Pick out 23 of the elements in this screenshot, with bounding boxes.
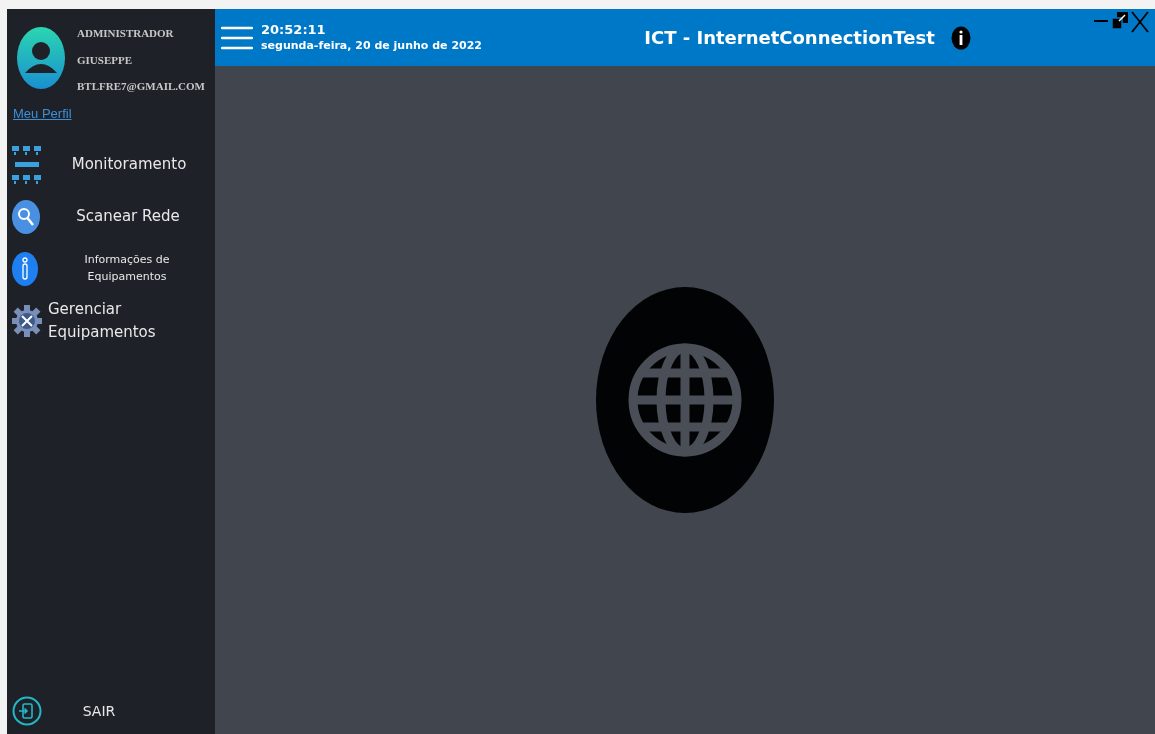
- user-role: ADMINISTRADOR: [77, 26, 175, 41]
- menu-item[interactable]: Gerenciar Equipamentos: [7, 294, 215, 347]
- search-icon: [12, 199, 40, 234]
- avatar-icon: [17, 27, 65, 89]
- exit-icon: [12, 696, 42, 726]
- user-email: BTLFRE7@GMAIL.COM: [77, 79, 205, 94]
- gear-icon: [12, 303, 42, 338]
- menu-item[interactable]: Monitoramento: [7, 138, 215, 191]
- profile-link[interactable]: Meu Perfil: [13, 105, 72, 121]
- globe-icon: [596, 287, 774, 513]
- network-icon: [12, 145, 42, 184]
- user-name: GIUSEPPE: [77, 52, 133, 68]
- restore-icon[interactable]: [1111, 11, 1129, 31]
- menu-item[interactable]: Scanear Rede: [7, 190, 215, 243]
- app-title: ICT - InternetConnectionTest: [644, 26, 935, 50]
- logout-button[interactable]: SAIR: [7, 688, 215, 734]
- close-icon[interactable]: [1131, 11, 1149, 33]
- clock-time: 20:52:11: [261, 21, 327, 39]
- info-icon: [12, 251, 38, 286]
- menu-item[interactable]: Informações de Equipamentos: [7, 242, 215, 295]
- info-icon[interactable]: [950, 25, 971, 50]
- menu-icon[interactable]: [221, 24, 253, 51]
- date-text: segunda-feira, 20 de junho de 2022: [261, 38, 482, 54]
